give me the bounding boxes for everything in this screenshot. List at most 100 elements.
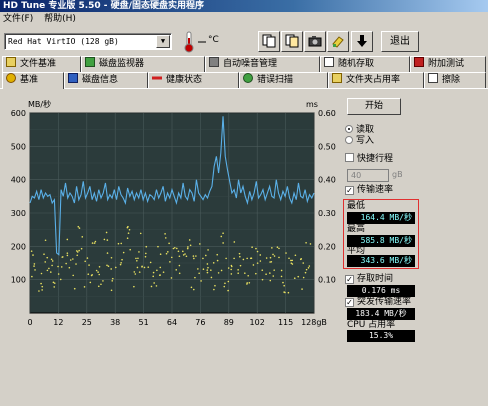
copy-info-button[interactable] <box>258 31 280 52</box>
access-time-point <box>271 247 273 249</box>
tab-file-benchmark[interactable]: 文件基准 <box>2 56 81 72</box>
folder-icon <box>332 73 342 83</box>
min-value: 164.4 MB/秒 <box>347 212 415 224</box>
access-time-point <box>217 272 220 274</box>
transfer-rate-checkbox[interactable]: ✓ 传输速率 <box>345 185 393 196</box>
access-time-point <box>144 255 147 258</box>
access-time-point <box>66 238 69 241</box>
access-time-point <box>230 265 233 268</box>
access-time-point <box>202 268 205 271</box>
access-time-point <box>300 258 303 260</box>
access-time-point <box>195 255 197 257</box>
access-time-point <box>265 273 267 276</box>
access-time-point <box>186 247 189 250</box>
read-radio[interactable]: 读取 <box>345 125 374 136</box>
access-time-point <box>237 272 240 275</box>
menu-help[interactable]: 帮助(H) <box>44 14 76 24</box>
access-time-point <box>269 279 272 282</box>
access-time-point <box>83 286 86 288</box>
access-time-point <box>182 250 184 253</box>
tab-health[interactable]: 健康状态 <box>148 72 239 88</box>
access-time-point <box>57 265 59 268</box>
tab-folder-usage[interactable]: 文件夹占用率 <box>328 72 424 88</box>
access-time-point <box>178 255 181 258</box>
access-time-point <box>255 247 257 250</box>
access-time-point <box>225 257 227 260</box>
access-time-point <box>157 245 159 248</box>
tab-extra-tests[interactable]: 附加测试 <box>410 56 486 72</box>
tab-disk-info[interactable]: 磁盘信息 <box>64 72 148 88</box>
access-time-point <box>90 274 93 277</box>
download-button[interactable] <box>351 31 373 52</box>
access-time-point <box>107 265 110 268</box>
access-time-point <box>297 275 300 278</box>
tab-label: 擦除 <box>442 75 461 85</box>
x-tick-label: 38 <box>110 318 120 327</box>
y2-tick-label: 0.30 <box>318 209 336 218</box>
chevron-down-icon[interactable]: ▼ <box>156 35 170 48</box>
access-time-point <box>206 271 209 274</box>
access-time-point <box>255 272 257 275</box>
menu-file[interactable]: 文件(F) <box>3 14 33 24</box>
access-time-point <box>43 253 45 256</box>
tab-error-scan[interactable]: 错误扫描 <box>239 72 328 88</box>
burst-rate-checkbox[interactable]: ✓ 突发传输速率 <box>345 297 411 308</box>
tab-random-access[interactable]: 随机存取 <box>320 56 410 72</box>
access-time-point <box>153 282 155 284</box>
camera-button[interactable] <box>304 31 326 52</box>
tab-erase[interactable]: 擦除 <box>424 72 486 88</box>
tab-aam[interactable]: 自动噪音管理 <box>205 56 320 72</box>
access-time-point <box>164 233 166 235</box>
checkbox-checked-icon: ✓ <box>345 298 354 307</box>
access-time-point <box>169 261 171 263</box>
write-radio[interactable]: 写入 <box>345 136 374 147</box>
access-time-point <box>227 289 229 292</box>
y-tick-label: 400 <box>11 176 26 185</box>
access-time-checkbox[interactable]: ✓ 存取时间 <box>345 274 393 285</box>
access-time-point <box>139 232 142 235</box>
info-icon <box>68 73 78 83</box>
temperature-indicator: °C <box>180 29 224 53</box>
access-time-point <box>246 257 248 260</box>
access-time-point <box>251 246 253 249</box>
access-time-point <box>81 236 84 238</box>
burst-rate-value: 183.4 MB/秒 <box>347 308 415 320</box>
access-time-point <box>261 269 264 272</box>
cpu-value: 15.3% <box>347 330 415 342</box>
access-time-point <box>76 254 79 257</box>
window-title: HD Tune 专业版 5.50 - 硬盘/固态硬盘实用程序 <box>0 0 488 12</box>
exit-button[interactable]: 退出 <box>381 31 419 52</box>
drive-select[interactable]: Red Hat VirtIO (128 gB) ▼ <box>4 33 172 50</box>
tab-benchmark[interactable]: 基准 <box>2 72 64 89</box>
access-time-point <box>119 263 122 266</box>
copy-screenshot-button[interactable] <box>281 31 303 52</box>
start-button[interactable]: 开始 <box>347 98 401 115</box>
max-label: 最高 <box>347 224 366 234</box>
access-time-point <box>110 268 112 270</box>
access-time-point <box>230 273 233 275</box>
short-stroke-input[interactable]: 40 <box>347 169 389 182</box>
tab-disk-monitor[interactable]: 磁盘监视器 <box>81 56 205 72</box>
access-time-point <box>175 269 178 271</box>
x-tick-label: 64 <box>167 318 177 327</box>
access-time-point <box>204 254 207 257</box>
access-time-point <box>121 258 123 261</box>
access-time-point <box>78 249 80 252</box>
access-time-point <box>117 242 120 245</box>
access-time-point <box>98 273 101 276</box>
short-stroke-checkbox[interactable]: 快捷行程 <box>345 153 393 165</box>
x-tick-label: 128gB <box>301 318 327 327</box>
y-tick-label: 200 <box>11 242 26 251</box>
y-tick-label: 300 <box>11 209 26 218</box>
access-time-point <box>120 262 122 264</box>
access-time-point <box>207 266 209 269</box>
access-time-point <box>309 243 312 245</box>
access-time-point <box>77 225 80 228</box>
access-time-value: 0.176 ms <box>347 285 415 297</box>
save-button[interactable] <box>327 31 349 52</box>
checkbox-checked-icon: ✓ <box>345 186 354 195</box>
access-time-point <box>106 264 108 267</box>
radio-icon <box>345 136 353 144</box>
access-time-point <box>307 267 310 269</box>
access-time-point <box>94 240 97 243</box>
